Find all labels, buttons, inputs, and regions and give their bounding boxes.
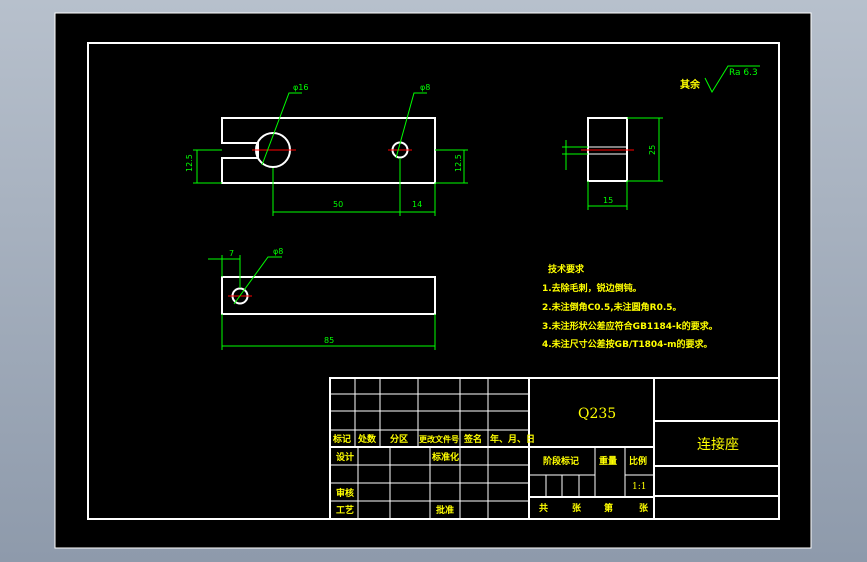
dim-hole8a: φ8 (420, 83, 430, 92)
dim-hole16: φ16 (293, 83, 308, 92)
tb-sheets2: 张 (639, 502, 649, 514)
tb-header-mark: 标记 (332, 433, 351, 445)
tb-header-sign: 签名 (463, 433, 482, 445)
note-item: 1.去除毛刺，锐边倒钝。 (542, 282, 642, 294)
tb-process: 工艺 (336, 504, 354, 516)
roughness-value: Ra 6.3 (729, 68, 758, 78)
tb-review: 审核 (336, 487, 354, 499)
tb-page: 第 (604, 502, 613, 514)
tb-header-zone: 分区 (390, 433, 408, 445)
roughness-label: 其余 (680, 78, 701, 91)
tb-weight: 重量 (599, 455, 617, 467)
tb-header-date: 年、月、日 (490, 433, 535, 445)
tb-stage-mark: 阶段标记 (543, 455, 579, 467)
drawing-canvas[interactable]: φ16 φ8 12.5 12.5 50 14 25 15 7 φ8 85 其余 … (0, 0, 867, 562)
tb-ratio: 比例 (629, 455, 647, 467)
note-item: 3.未注形状公差应符合GB1184-k的要求。 (542, 320, 718, 332)
dim-side-h: 25 (648, 145, 657, 155)
dim-side-w: 15 (603, 196, 613, 205)
dim-len50: 50 (333, 200, 343, 209)
tb-header-docno: 更改文件号 (419, 434, 459, 444)
dim-hole8b: φ8 (273, 247, 283, 256)
tb-header-count: 处数 (357, 433, 377, 445)
cad-viewport[interactable]: φ16 φ8 12.5 12.5 50 14 25 15 7 φ8 85 其余 … (0, 0, 867, 562)
dim-h12-5-left: 12.5 (185, 154, 194, 172)
drawing-sheet (54, 12, 812, 549)
tb-sheets1: 张 (572, 502, 582, 514)
dim-len14: 14 (412, 200, 422, 209)
tb-part-name: 连接座 (697, 436, 739, 453)
note-item: 2.未注倒角C0.5,未注圆角R0.5。 (542, 301, 682, 313)
tb-total: 共 (539, 502, 548, 514)
notes-title: 技术要求 (548, 263, 585, 275)
tb-approve: 批准 (436, 504, 454, 516)
dim-len85: 85 (324, 336, 334, 345)
tb-standard: 标准化 (431, 451, 459, 463)
tb-material: Q235 (578, 406, 616, 422)
tb-design: 设计 (336, 451, 354, 463)
note-item: 4.未注尺寸公差按GB/T1804-m的要求。 (542, 338, 713, 350)
dim-h12-5-right: 12.5 (454, 154, 463, 172)
dim-len7: 7 (229, 249, 234, 258)
tb-scale: 1:1 (632, 482, 646, 492)
